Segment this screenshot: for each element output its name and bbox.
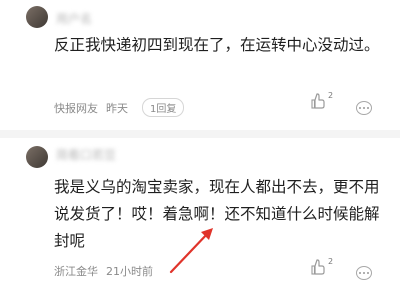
comment-source: 浙江金华 xyxy=(54,265,98,278)
avatar[interactable] xyxy=(26,146,48,168)
like-button[interactable]: 2 xyxy=(310,257,334,276)
comment-meta: 浙江金华 21小时前 xyxy=(54,263,153,279)
username-blurred[interactable]: 简看口若豆 xyxy=(56,146,116,163)
like-count: 2 xyxy=(328,257,334,266)
more-options-icon[interactable] xyxy=(356,266,372,280)
comment-item: 简看口若豆 我是义乌的淘宝卖家，现在人都出不去，更不用说发货了！哎！着急啊！还不… xyxy=(0,0,400,280)
comment-time: 21小时前 xyxy=(106,265,153,278)
thumbs-up-icon xyxy=(311,259,325,275)
annotation-arrow-icon xyxy=(169,228,213,274)
